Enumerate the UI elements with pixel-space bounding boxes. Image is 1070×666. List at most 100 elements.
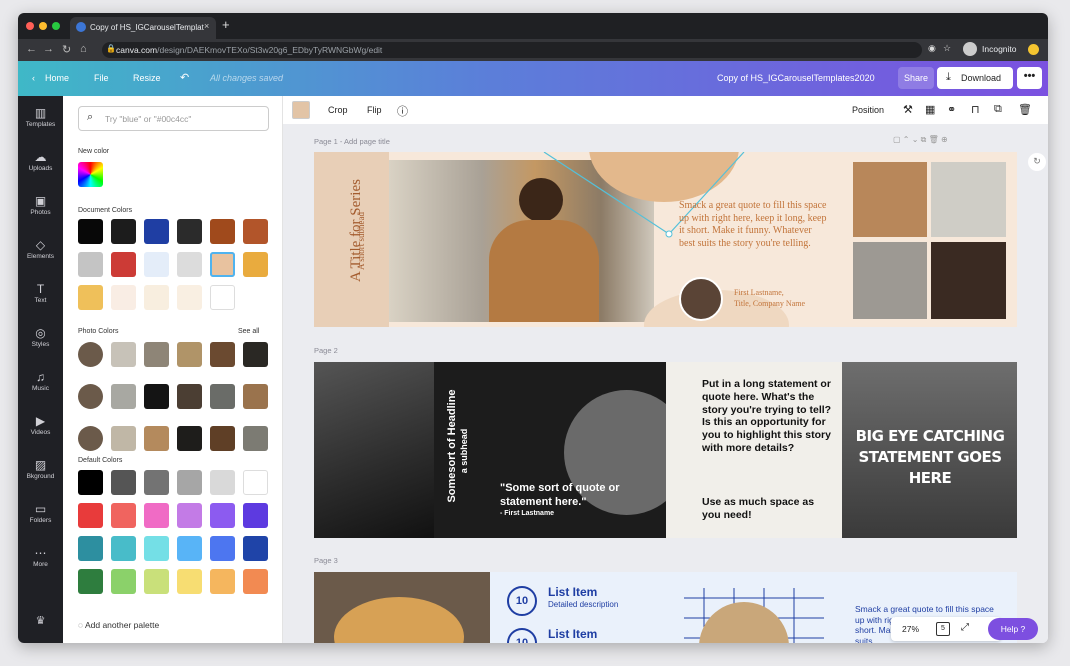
forward-icon[interactable]: → bbox=[43, 43, 54, 55]
crown-icon[interactable]: ♛ bbox=[18, 614, 63, 627]
vertical-subhead[interactable]: a subhead bbox=[459, 391, 469, 511]
color-swatch[interactable] bbox=[111, 342, 136, 367]
minimize-window-button[interactable] bbox=[39, 22, 47, 30]
color-swatch[interactable] bbox=[78, 569, 103, 594]
color-swatch[interactable] bbox=[111, 384, 136, 409]
share-button[interactable]: Share bbox=[898, 67, 934, 89]
transparency-icon[interactable]: ▦ bbox=[925, 103, 935, 116]
quote-text[interactable]: Smack a great quote to fill this space u… bbox=[679, 200, 829, 250]
color-swatch[interactable] bbox=[243, 384, 268, 409]
color-swatch[interactable] bbox=[210, 470, 235, 495]
crop-button[interactable]: Crop bbox=[328, 105, 348, 115]
color-swatch[interactable] bbox=[144, 536, 169, 561]
rail-item-music[interactable]: ♫ Music bbox=[18, 370, 63, 392]
add-palette-button[interactable]: ◌ Add another palette bbox=[78, 620, 159, 630]
big-statement[interactable]: BIG EYE CATCHING STATEMENT GOES HERE bbox=[850, 426, 1010, 489]
author-name[interactable]: First Lastname, bbox=[734, 288, 784, 297]
color-swatch[interactable] bbox=[210, 285, 235, 310]
more-button[interactable]: ••• bbox=[1017, 67, 1042, 89]
color-swatch[interactable] bbox=[210, 426, 235, 451]
fullscreen-icon[interactable]: ⤢ bbox=[961, 622, 969, 633]
color-swatch[interactable] bbox=[243, 426, 268, 451]
rail-item-more[interactable]: ⋯ More bbox=[18, 546, 63, 568]
color-swatch[interactable] bbox=[144, 252, 169, 277]
color-swatch[interactable] bbox=[210, 569, 235, 594]
home-link[interactable]: Home bbox=[45, 73, 69, 83]
color-swatch[interactable] bbox=[144, 342, 169, 367]
maximize-window-button[interactable] bbox=[52, 22, 60, 30]
document-title[interactable]: Copy of HS_IGCarouselTemplates2020 bbox=[717, 73, 875, 83]
rail-item-background[interactable]: ▨ Bkground bbox=[18, 458, 63, 480]
color-swatch[interactable] bbox=[78, 470, 103, 495]
color-swatch[interactable] bbox=[144, 384, 169, 409]
grid-photo-3[interactable] bbox=[853, 242, 927, 319]
new-color-button[interactable] bbox=[78, 162, 103, 187]
color-swatch[interactable] bbox=[243, 470, 268, 495]
color-swatch[interactable] bbox=[177, 252, 202, 277]
series-subhead[interactable]: A short subhead bbox=[356, 186, 366, 296]
grid-photo-1[interactable] bbox=[853, 162, 927, 237]
color-search-input[interactable]: ⌕ Try "blue" or "#00c4cc" bbox=[78, 106, 269, 131]
position-button[interactable]: Position bbox=[852, 105, 884, 115]
color-swatch[interactable] bbox=[144, 426, 169, 451]
photo-thumbnail[interactable] bbox=[78, 426, 103, 451]
color-swatch[interactable] bbox=[111, 569, 136, 594]
vertical-headline[interactable]: Somesort of Headline bbox=[446, 362, 458, 531]
color-swatch[interactable] bbox=[243, 252, 268, 277]
reload-icon[interactable]: ↻ bbox=[62, 43, 71, 56]
new-tab-icon[interactable]: + bbox=[222, 17, 230, 32]
lock-icon[interactable]: ⊓ bbox=[971, 103, 980, 116]
color-swatch[interactable] bbox=[177, 470, 202, 495]
color-swatch[interactable] bbox=[210, 384, 235, 409]
rotate-icon[interactable]: ↻ bbox=[1028, 153, 1046, 171]
file-menu[interactable]: File bbox=[94, 73, 109, 83]
p2-quote[interactable]: "Some sort of quote or statement here." bbox=[500, 482, 640, 510]
bookmark-star-icon[interactable]: ☆ bbox=[943, 43, 951, 54]
rail-item-text[interactable]: T Text bbox=[18, 282, 63, 304]
rail-item-styles[interactable]: ◎ Styles bbox=[18, 326, 63, 348]
duplicate-icon[interactable]: ⧉ bbox=[994, 103, 1002, 116]
p2-long-statement[interactable]: Put in a long statement or quote here. W… bbox=[702, 378, 832, 455]
close-tab-icon[interactable]: × bbox=[204, 21, 209, 31]
chevron-left-icon[interactable]: ‹ bbox=[32, 73, 35, 83]
list-item-2-title[interactable]: List Item bbox=[548, 627, 597, 641]
color-swatch[interactable] bbox=[243, 219, 268, 244]
fill-color-swatch[interactable] bbox=[292, 101, 310, 119]
back-icon[interactable]: ← bbox=[26, 43, 37, 55]
color-swatch[interactable] bbox=[243, 342, 268, 367]
color-swatch[interactable] bbox=[177, 342, 202, 367]
paint-roller-icon[interactable]: ⚒ bbox=[903, 103, 913, 116]
color-swatch[interactable] bbox=[210, 536, 235, 561]
page-count[interactable]: 5 bbox=[936, 622, 950, 636]
page-1-controls[interactable]: ▢ ⌃ ⌄ ⧉ 🗑 ⊕ bbox=[893, 135, 948, 145]
rail-item-videos[interactable]: ▶ Videos bbox=[18, 414, 63, 436]
color-swatch[interactable] bbox=[111, 219, 136, 244]
color-swatch[interactable] bbox=[78, 219, 103, 244]
grid-photo-2[interactable] bbox=[931, 162, 1006, 237]
browser-tab[interactable]: Copy of HS_IGCarouselTemplat × bbox=[70, 17, 216, 39]
color-swatch[interactable] bbox=[144, 285, 169, 310]
color-swatch[interactable] bbox=[78, 252, 103, 277]
color-swatch[interactable] bbox=[210, 252, 235, 277]
resize-menu[interactable]: Resize bbox=[133, 73, 161, 83]
color-swatch[interactable] bbox=[78, 503, 103, 528]
info-icon[interactable]: ⓘ bbox=[397, 103, 408, 119]
rail-item-uploads[interactable]: ☁ Uploads bbox=[18, 150, 63, 172]
url-field[interactable]: 🔒 canva.com/design/DAEKmovTEXo/St3w20g6_… bbox=[102, 42, 922, 58]
rail-item-photos[interactable]: ▣ Photos bbox=[18, 194, 63, 216]
color-swatch[interactable] bbox=[111, 503, 136, 528]
color-swatch[interactable] bbox=[243, 536, 268, 561]
list-item-1-desc[interactable]: Detailed description bbox=[548, 600, 618, 609]
color-swatch[interactable] bbox=[177, 384, 202, 409]
color-swatch[interactable] bbox=[111, 426, 136, 451]
color-swatch[interactable] bbox=[177, 503, 202, 528]
p2-long-statement-2[interactable]: Use as much space as you need! bbox=[702, 496, 822, 522]
color-swatch[interactable] bbox=[78, 285, 103, 310]
color-swatch[interactable] bbox=[210, 342, 235, 367]
p2-quote-author[interactable]: - First Lastname bbox=[500, 510, 554, 517]
flip-button[interactable]: Flip bbox=[367, 105, 382, 115]
page-3-label[interactable]: Page 3 bbox=[314, 556, 338, 565]
rail-item-folders[interactable]: ▭ Folders bbox=[18, 502, 63, 524]
rail-item-elements[interactable]: ◇ Elements bbox=[18, 238, 63, 260]
color-swatch[interactable] bbox=[144, 569, 169, 594]
